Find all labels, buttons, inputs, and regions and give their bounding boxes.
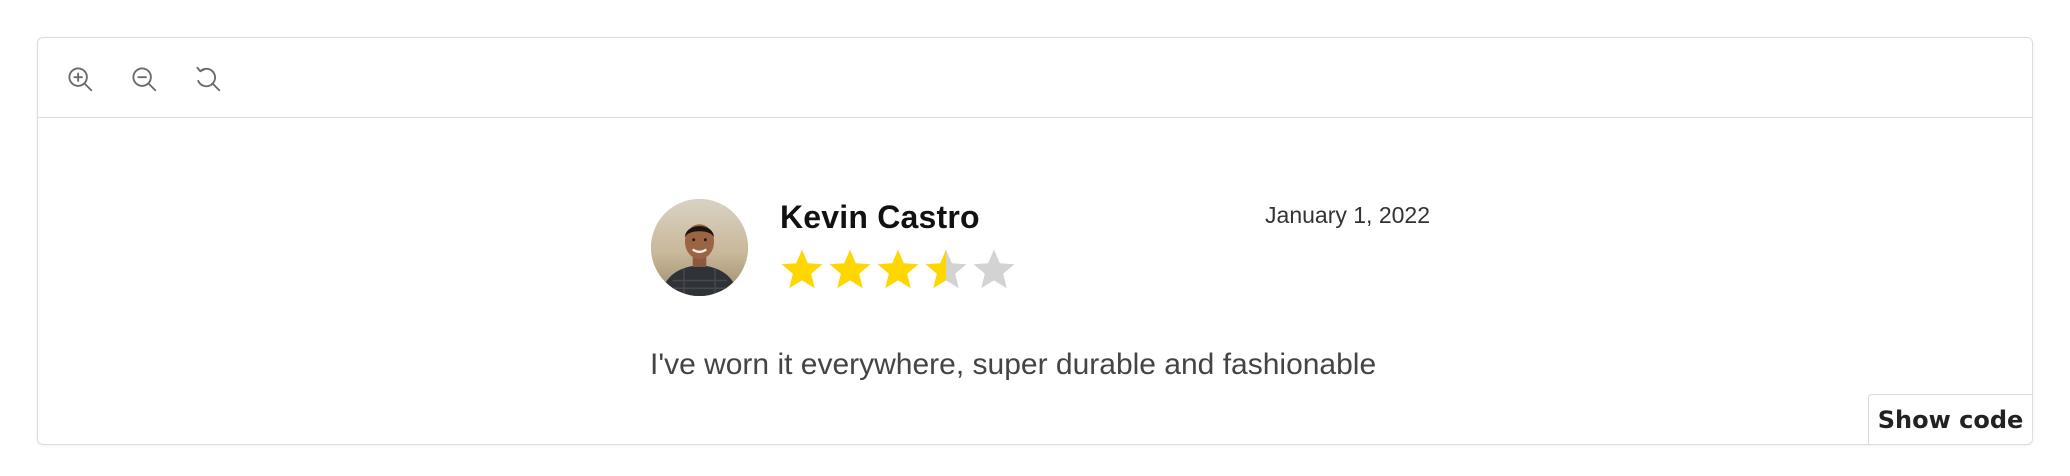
reset-zoom-icon — [196, 66, 221, 92]
preview-frame: Kevin Castro January 1, 2022 I've worn i… — [37, 37, 2033, 445]
zoom-in-button[interactable] — [64, 63, 96, 95]
star-icon — [877, 249, 919, 289]
zoom-toolbar — [38, 38, 2032, 118]
show-code-button[interactable]: Show code — [1868, 394, 2032, 444]
zoom-in-icon — [68, 67, 93, 92]
review-date: January 1, 2022 — [1265, 202, 1430, 228]
review-comment: I've worn it everywhere, super durable a… — [650, 348, 1377, 381]
star-icon — [973, 249, 1015, 289]
star-icon — [925, 249, 967, 289]
star-icon — [781, 249, 823, 289]
avatar-image — [651, 199, 748, 296]
avatar — [651, 199, 748, 296]
zoom-out-button[interactable] — [128, 63, 160, 95]
reset-zoom-button[interactable] — [192, 63, 224, 95]
reviewer-name: Kevin Castro — [780, 199, 980, 235]
star-icon — [829, 249, 871, 289]
zoom-out-icon — [132, 67, 157, 92]
star-rating — [778, 246, 1018, 296]
review-card: Kevin Castro January 1, 2022 I've worn i… — [650, 198, 1430, 398]
